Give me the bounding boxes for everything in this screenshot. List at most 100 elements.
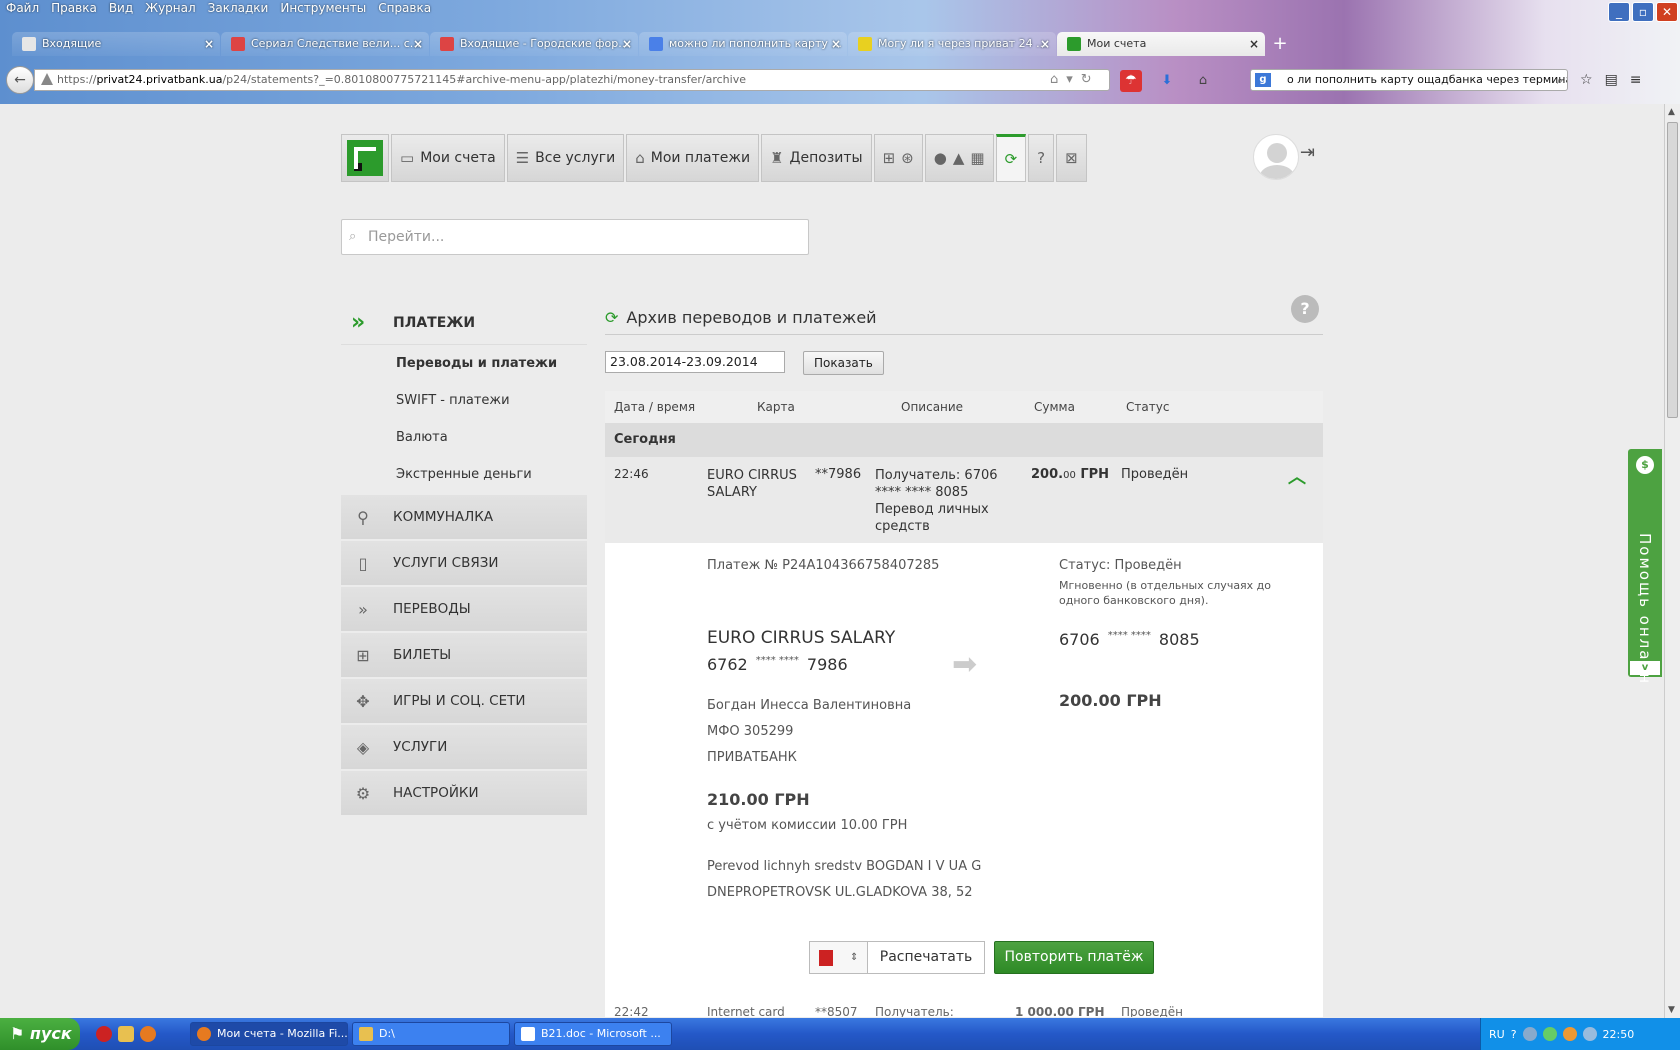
- sidebar-item-tickets[interactable]: ⊞ БИЛЕТЫ: [341, 633, 587, 677]
- privat-logo[interactable]: [341, 134, 389, 182]
- sidebar-item-settings[interactable]: ⚙ НАСТРОЙКИ: [341, 771, 587, 815]
- firefox-icon[interactable]: [140, 1026, 156, 1042]
- table-row[interactable]: 22:46 EURO CIRRUS SALARY **7986 Получател…: [605, 457, 1323, 543]
- task-explorer[interactable]: D:\: [352, 1022, 510, 1046]
- nav-tickets-games[interactable]: ⊞ ⊛: [873, 134, 923, 182]
- bookmark-icon[interactable]: ☆: [1580, 72, 1593, 88]
- language-indicator[interactable]: RU: [1489, 1028, 1505, 1041]
- print-button[interactable]: Распечатать: [868, 941, 985, 974]
- task-firefox[interactable]: Мои счета - Mozilla Fi...: [190, 1022, 348, 1046]
- scrollbar-thumb[interactable]: [1667, 122, 1678, 418]
- repeat-payment-button[interactable]: Повторить платёж: [994, 941, 1154, 974]
- online-help-tab[interactable]: $ Помощь онлайн v: [1628, 449, 1662, 685]
- nav-archive[interactable]: ⟳: [995, 134, 1027, 182]
- menu-file[interactable]: Файл: [0, 0, 45, 18]
- sidebar-item-utilities[interactable]: ⚲ КОММУНАЛКА: [341, 495, 587, 539]
- tab-inbox[interactable]: Входящие ×: [12, 32, 220, 56]
- new-tab-button[interactable]: +: [1266, 32, 1294, 56]
- address-bar[interactable]: https://privat24.privatbank.ua/p24/state…: [34, 69, 1110, 91]
- nav-mobile-apps[interactable]: ● ▲ ▦: [924, 134, 994, 182]
- sidebar-item-services[interactable]: ◈ УСЛУГИ: [341, 725, 587, 769]
- purpose-line-1: Perevod lichnyh sredstv BOGDAN I V UA G: [707, 859, 982, 874]
- tab-close-icon[interactable]: ×: [204, 32, 214, 56]
- minimize-button[interactable]: _: [1608, 2, 1630, 22]
- bookmarks-list-icon[interactable]: ▤: [1605, 72, 1618, 88]
- dropdown-arrow-icon[interactable]: ▾: [1066, 72, 1073, 87]
- avatar[interactable]: [1253, 134, 1299, 180]
- menu-bookmarks[interactable]: Закладки: [202, 0, 275, 18]
- show-button[interactable]: Показать: [803, 351, 884, 375]
- sidebar-section-payments[interactable]: » ПЛАТЕЖИ: [341, 301, 587, 345]
- table-row[interactable]: 22:42 Internet card **8507 Получатель: 1…: [605, 997, 1323, 1017]
- refresh-icon: ⟳: [605, 308, 619, 327]
- tab-my-accounts[interactable]: Мои счета ×: [1057, 32, 1265, 56]
- tab-privat-question[interactable]: Могу ли я через приват 24 ... ×: [848, 32, 1056, 56]
- menu-edit[interactable]: Правка: [45, 0, 103, 18]
- date-range-input[interactable]: 23.08.2014-23.09.2014: [605, 351, 785, 373]
- sidebar-item-telecom[interactable]: ▯ УСЛУГИ СВЯЗИ: [341, 541, 587, 585]
- menu-help[interactable]: Справка: [372, 0, 437, 18]
- tab-close-icon[interactable]: ×: [831, 32, 841, 56]
- task-label: Мои счета - Mozilla Fi...: [217, 1027, 348, 1040]
- close-window-button[interactable]: ✕: [1656, 2, 1678, 22]
- start-button[interactable]: ⚑ пуск: [0, 1018, 80, 1050]
- clock: 22:50: [1602, 1027, 1635, 1041]
- owner-name: Богдан Инесса Валентиновна: [707, 698, 912, 713]
- sidebar-item-games[interactable]: ✥ ИГРЫ И СОЦ. СЕТИ: [341, 679, 587, 723]
- logout-icon[interactable]: ⇥: [1300, 142, 1315, 163]
- row-card-name: EURO CIRRUS SALARY: [707, 467, 797, 501]
- desc-line: средств: [875, 519, 930, 534]
- sidebar-item-transfers[interactable]: » ПЕРЕВОДЫ: [341, 587, 587, 631]
- sidebar-sub-transfers[interactable]: Переводы и платежи: [341, 345, 587, 382]
- tab-close-icon[interactable]: ×: [1040, 32, 1050, 56]
- tab-forum[interactable]: Входящие - Городские фор... ×: [430, 32, 638, 56]
- tab-google-search[interactable]: можно ли пополнить карту ... ×: [639, 32, 847, 56]
- scroll-up-icon[interactable]: ▲: [1668, 107, 1675, 117]
- help-tray-icon[interactable]: ?: [1511, 1028, 1517, 1041]
- pdf-format-select[interactable]: ⇕: [809, 941, 868, 974]
- antivirus-icon[interactable]: [1562, 1027, 1577, 1041]
- help-icon[interactable]: ?: [1291, 295, 1319, 323]
- tab-close-icon[interactable]: ×: [413, 32, 423, 56]
- weather-icon[interactable]: ☂: [1120, 70, 1142, 92]
- search-bar[interactable]: g о ли пополнить карту ощадбанка через те…: [1250, 69, 1568, 91]
- magnifier-icon[interactable]: ⌕: [1557, 71, 1563, 90]
- back-button[interactable]: ←: [6, 66, 34, 94]
- task-word[interactable]: B21.doc - Microsoft ...: [514, 1022, 672, 1046]
- nav-help[interactable]: ?: [1028, 134, 1055, 182]
- volume-icon[interactable]: [1582, 1027, 1597, 1041]
- card-end: 8085: [1158, 630, 1200, 649]
- sidebar-sub-emergency[interactable]: Экстренные деньги: [341, 456, 587, 493]
- tab-close-icon[interactable]: ×: [1249, 32, 1259, 56]
- vertical-scrollbar[interactable]: ▲ ▼: [1664, 104, 1680, 1018]
- nav-all-services[interactable]: ☰ Все услуги: [506, 134, 625, 182]
- android-icon: ▲: [952, 149, 965, 167]
- goto-search-input[interactable]: ⌕ Перейти...: [341, 219, 809, 255]
- opera-icon[interactable]: [96, 1026, 112, 1042]
- url-actions: ⌂ ▾ ↻: [1050, 72, 1092, 87]
- nav-my-payments[interactable]: ⌂ Мои платежи: [626, 134, 760, 182]
- home-icon[interactable]: ⌂: [1192, 70, 1214, 92]
- scroll-down-icon[interactable]: ▼: [1668, 1005, 1675, 1015]
- nav-cart[interactable]: ⊠: [1056, 134, 1087, 182]
- menu-history[interactable]: Журнал: [139, 0, 202, 18]
- collapse-chevron-icon[interactable]: ︿: [1288, 463, 1306, 489]
- menu-view[interactable]: Вид: [103, 0, 139, 18]
- menu-icon[interactable]: ≡: [1630, 72, 1642, 88]
- tab-close-icon[interactable]: ×: [622, 32, 632, 56]
- reload-icon[interactable]: ↻: [1081, 72, 1092, 87]
- sidebar-sub-currency[interactable]: Валюта: [341, 419, 587, 456]
- folder-icon[interactable]: [118, 1026, 134, 1042]
- tab-series[interactable]: Сериал Следствие вели... с... ×: [221, 32, 429, 56]
- nav-my-accounts[interactable]: ▭ Мои счета: [391, 134, 505, 182]
- maximize-button[interactable]: ▫: [1632, 2, 1654, 22]
- menu-tools[interactable]: Инструменты: [274, 0, 372, 18]
- download-icon[interactable]: ⬇: [1156, 70, 1178, 92]
- update-icon[interactable]: [1542, 1027, 1557, 1041]
- nav-deposits[interactable]: ♜ Депозиты: [761, 134, 872, 182]
- bookmark-star-icon[interactable]: ⌂: [1050, 72, 1058, 87]
- network-icon[interactable]: [1522, 1027, 1537, 1041]
- sidebar-sub-swift[interactable]: SWIFT - платежи: [341, 382, 587, 419]
- tab-label: можно ли пополнить карту ...: [669, 37, 842, 50]
- card-icon: ▭: [400, 149, 415, 167]
